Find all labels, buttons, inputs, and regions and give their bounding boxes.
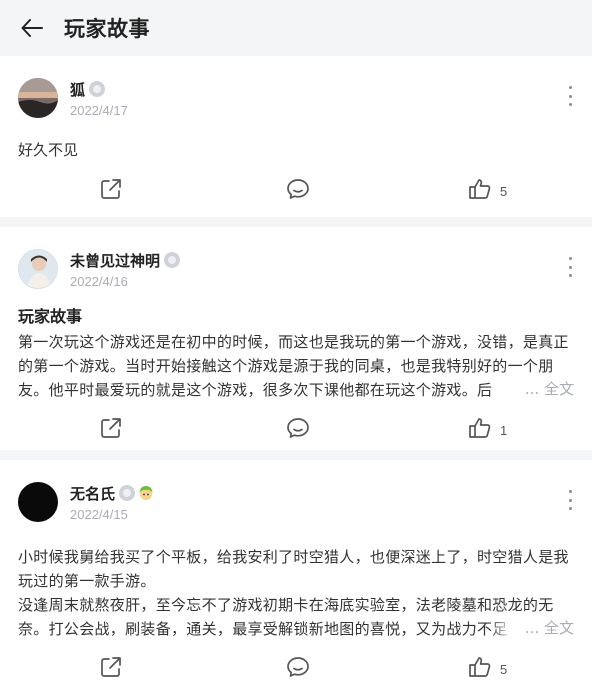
more-vertical-icon[interactable] xyxy=(566,257,574,277)
post-header: 未曾见过神明 2022/4/16 xyxy=(18,249,574,291)
comment-icon xyxy=(286,178,310,204)
post-header: 狐 2022/4/17 xyxy=(18,78,574,120)
verified-badge-icon xyxy=(164,252,181,268)
avatar[interactable] xyxy=(18,482,58,522)
comment-icon xyxy=(286,656,310,682)
thumbs-up-icon xyxy=(468,178,492,204)
avatar[interactable] xyxy=(18,78,58,118)
like-count: 1 xyxy=(500,422,508,438)
post-date: 2022/4/17 xyxy=(70,103,128,118)
post-title: 玩家故事 xyxy=(18,307,83,326)
avatar[interactable] xyxy=(18,249,58,289)
post-card[interactable]: 无名氏 2022/4/15 小时候我舅给我买了个平板，给我安利了时空猎人，也便深… xyxy=(0,460,592,700)
author-name[interactable]: 无名氏 xyxy=(70,483,115,504)
app-header: 玩家故事 xyxy=(0,0,592,56)
share-button[interactable] xyxy=(100,417,122,443)
verified-badge-icon xyxy=(89,81,106,97)
back-arrow-icon[interactable] xyxy=(20,16,44,40)
author-name[interactable]: 未曾见过神明 xyxy=(70,250,160,271)
comment-button[interactable] xyxy=(286,656,310,682)
action-bar: 5 xyxy=(18,640,574,698)
more-vertical-icon[interactable] xyxy=(566,86,574,106)
share-button[interactable] xyxy=(100,178,122,204)
post-body-container: 第一次玩这个游戏还是在初中的时候，而这也是我玩的第一个游戏，没错，是真正的第一个… xyxy=(18,329,574,401)
post-card[interactable]: 未曾见过神明 2022/4/16 玩家故事 第一次玩这个游戏还是在初中的时候，而… xyxy=(0,227,592,450)
full-text-link[interactable]: ... 全文 xyxy=(488,377,574,401)
like-button[interactable]: 1 xyxy=(468,417,507,443)
author-name[interactable]: 狐 xyxy=(70,79,85,100)
like-count: 5 xyxy=(500,661,508,677)
green-haired-face-emoji xyxy=(137,484,155,502)
full-text-link[interactable]: ... 全文 xyxy=(488,616,574,640)
post-card[interactable]: 狐 2022/4/17 好久不见 5 xyxy=(0,56,592,217)
more-vertical-icon[interactable] xyxy=(566,490,574,510)
share-icon xyxy=(100,656,122,682)
action-bar: 1 xyxy=(18,401,574,459)
share-icon xyxy=(100,178,122,204)
share-button[interactable] xyxy=(100,656,122,682)
verified-badge-icon xyxy=(119,485,136,501)
action-bar: 5 xyxy=(18,162,574,220)
thumbs-up-icon xyxy=(468,656,492,682)
comment-button[interactable] xyxy=(286,178,310,204)
like-button[interactable]: 5 xyxy=(468,178,507,204)
thumbs-up-icon xyxy=(468,417,492,443)
page-title: 玩家故事 xyxy=(64,17,150,41)
like-button[interactable]: 5 xyxy=(468,656,507,682)
comment-button[interactable] xyxy=(286,417,310,443)
post-date: 2022/4/15 xyxy=(70,507,128,522)
comment-icon xyxy=(286,417,310,443)
post-content: 好久不见 xyxy=(18,141,79,159)
post-body-container: 小时候我舅给我买了个平板，给我安利了时空猎人，也便深迷上了，时空猎人是我玩过的第… xyxy=(18,544,574,640)
post-date: 2022/4/16 xyxy=(70,274,128,289)
post-header: 无名氏 2022/4/15 xyxy=(18,482,574,524)
like-count: 5 xyxy=(500,183,508,199)
share-icon xyxy=(100,417,122,443)
